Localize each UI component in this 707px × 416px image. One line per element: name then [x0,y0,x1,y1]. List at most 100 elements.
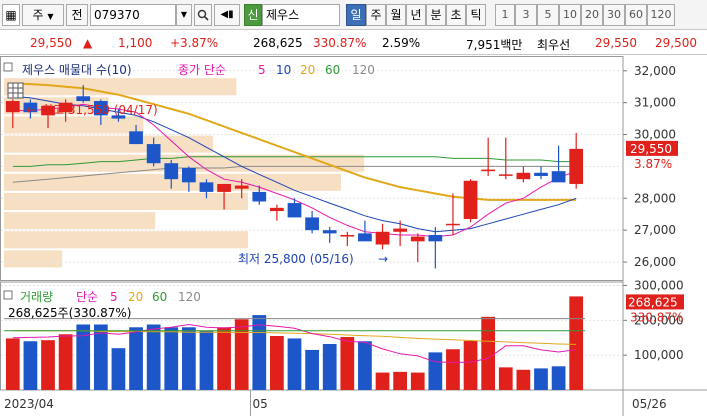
current-price-pct: 3.87% [634,157,672,171]
volume-bar [534,368,548,390]
volume-bar [428,352,443,390]
x-axis-label: 05 [252,397,267,411]
price-y-tick-label: 26,000 [634,255,676,269]
volume-bar [481,316,496,390]
period-button-2[interactable]: 월 [386,4,406,26]
volume-profile-band [4,192,249,211]
candle-body [375,231,390,245]
stock-name-field: 제우스 [262,4,340,26]
minute-button-120[interactable]: 120 [647,4,675,26]
volume-profile-band [4,212,156,230]
price-y-tick-label: 30,000 [634,128,676,142]
minute-button-3[interactable]: 3 [515,4,537,26]
period-button-5[interactable]: 초 [446,4,466,26]
minute-button-1[interactable]: 1 [495,4,515,26]
period-button-6[interactable]: 틱 [466,4,486,26]
best-bid-price: 29,500 [655,36,697,50]
volume-bar [93,324,108,390]
chevron-down-icon: ▼ [47,12,54,21]
candle-body [129,131,143,145]
volume-bar [5,338,20,390]
volume-bar [58,334,73,390]
volume-bar [393,371,408,390]
volume-profile-band [4,78,237,96]
period-button-3[interactable]: 년 [406,4,426,26]
code-type-button[interactable]: 전 [66,4,88,26]
right-arrow-icon: → [378,252,388,266]
volume-bar [270,336,284,390]
volume-bar [569,296,584,390]
minute-button-20[interactable]: 20 [581,4,603,26]
candle-body [569,148,584,184]
price-change-percent: +3.87% [170,36,219,50]
grid-toggle-icon[interactable] [7,82,24,99]
volume-bar [111,348,126,390]
low-annotation-text: 최저 25,800 (05/16) [238,252,354,266]
period-button-1[interactable]: 주 [366,4,386,26]
quote-bar: 29,550 ▲ 1,100 +3.87% 268,625 330.87% 2.… [0,31,707,55]
volume-bar [164,327,179,390]
volume-bar [516,369,531,390]
minute-button-30[interactable]: 30 [603,4,625,26]
volume-profile-band [4,231,249,249]
period-button-0[interactable]: 일 [346,4,366,26]
candle-body [551,171,566,183]
left-arrow-icon: ← [26,103,36,117]
turnover-rate: 2.59% [382,36,421,50]
volume-bar [199,330,214,390]
best-ask-price: 29,550 [595,36,637,50]
candle-body [76,96,91,102]
minute-button-5[interactable]: 5 [537,4,559,26]
new-badge: 신 [244,4,262,26]
candle-body [305,217,319,231]
vol-ma20-label: 20 [128,290,143,304]
search-icon[interactable] [194,4,212,26]
toolbar: ▦ 주 ▼ 전 079370 ▼ ◀▮ 신 제우스 일주월년분초틱 1 3 5 10 2… [0,0,707,30]
volume-bar [446,349,460,390]
market-select[interactable]: 주 ▼ [22,4,64,26]
volume-bar [287,338,302,390]
candle-body [322,230,337,234]
volume-bar [340,337,355,390]
candle-body [199,182,214,192]
candle-body [217,183,231,192]
speaker-icon[interactable]: ◀▮ [214,4,240,26]
trade-value: 7,951백만 [466,38,523,52]
volume-bar [358,341,372,390]
candle-body [181,168,196,183]
price-y-tick-label: 32,000 [634,64,676,78]
price-y-tick-label: 28,000 [634,191,676,205]
trade-volume: 268,625 [253,36,303,50]
price-y-tick-label: 31,000 [634,96,676,110]
price-y-tick-label: 27,000 [634,223,676,237]
candle-body [481,169,496,172]
volume-bar [76,324,91,390]
volume-bar [129,327,143,390]
candle-body [446,223,460,226]
minute-button-60[interactable]: 60 [625,4,647,26]
candle-body [340,234,355,237]
ma60-label: 60 [325,63,340,77]
candle-body [516,172,531,180]
current-price-tag-text: 29,550 [630,142,672,156]
volume-y-tick-label: 100,000 [634,348,684,362]
volume-profile-band [4,116,144,134]
stock-code-input[interactable]: 079370 [90,4,176,26]
candle-body [146,144,161,164]
best-ask-label: 최우선 [537,38,571,52]
vol-ma5-label: 5 [110,290,118,304]
candle-body [234,185,249,189]
candle-body [410,236,425,242]
volume-bar [23,341,38,390]
candle-body [164,163,179,180]
candle-body [534,172,548,176]
grid-menu-icon[interactable]: ▦ [2,4,20,26]
current-volume-tag-text: 268,625 [628,295,678,309]
chevron-down-icon[interactable]: ▼ [176,4,192,26]
minute-button-10[interactable]: 10 [559,4,581,26]
candle-body [463,180,478,220]
stock-chart[interactable]: 32,000 31,000 30,000 28,000 27,000 26,000 300,… [0,56,707,416]
volume-bar [252,315,267,390]
volume-bar [498,367,513,390]
period-button-4[interactable]: 분 [426,4,446,26]
